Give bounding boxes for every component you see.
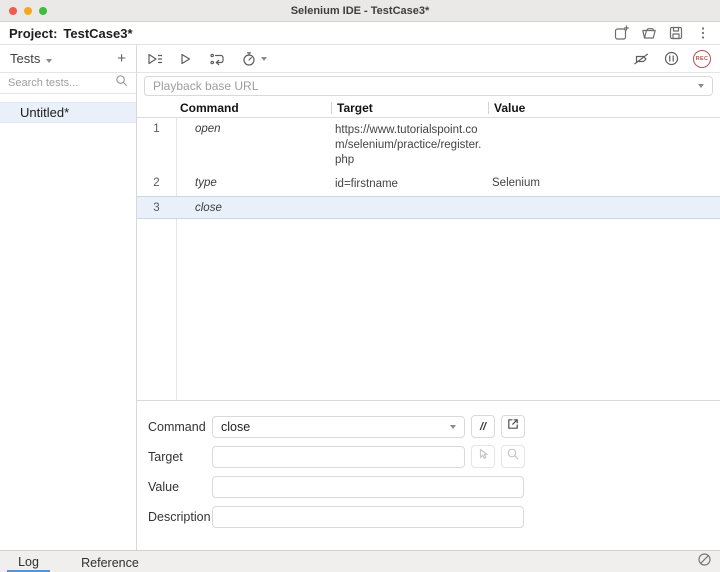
- command-field-label: Command: [148, 420, 212, 434]
- search-tests-input[interactable]: [8, 77, 115, 89]
- cursor-pointer-icon: [476, 447, 490, 466]
- test-speed-control[interactable]: [241, 51, 267, 67]
- traffic-lights: [9, 7, 47, 15]
- tab-reference[interactable]: Reference: [70, 551, 150, 572]
- value-input[interactable]: [212, 476, 524, 498]
- cell-command: open: [176, 118, 331, 172]
- pause-on-exceptions-icon[interactable]: [663, 50, 680, 67]
- row-number: 3: [137, 197, 176, 218]
- cell-value: [488, 197, 720, 218]
- chevron-down-icon: [450, 425, 456, 429]
- chevron-down-icon: [698, 84, 704, 88]
- no-entry-icon: [697, 552, 712, 572]
- step-over-icon[interactable]: [209, 51, 226, 67]
- open-project-folder-icon[interactable]: [641, 25, 657, 41]
- cell-target: https://www.tutorialspoint.com/selenium/…: [331, 118, 488, 172]
- column-header-value[interactable]: Value: [489, 101, 720, 115]
- new-project-icon[interactable]: [614, 25, 630, 41]
- run-all-tests-icon[interactable]: [146, 51, 163, 67]
- project-bar: Project: TestCase3*: [0, 22, 720, 45]
- column-header-command[interactable]: Command: [176, 101, 331, 115]
- run-current-test-icon[interactable]: [178, 51, 194, 67]
- command-select[interactable]: close: [212, 416, 465, 438]
- disable-breakpoints-icon[interactable]: [633, 51, 650, 67]
- row-number: 1: [137, 118, 176, 172]
- command-select-value: close: [221, 420, 250, 434]
- log-reference-bar: Log Reference: [0, 550, 720, 572]
- tests-sidebar: Tests + Untitled*: [0, 45, 137, 550]
- tests-dropdown[interactable]: Tests: [10, 51, 40, 66]
- select-target-button[interactable]: [471, 445, 495, 468]
- more-menu-icon[interactable]: [695, 25, 711, 41]
- cell-target: [331, 197, 488, 218]
- zoom-window-button[interactable]: [39, 7, 47, 15]
- cell-command: close: [176, 197, 331, 218]
- commands-table-body: 1 open https://www.tutorialspoint.com/se…: [137, 118, 720, 401]
- stopwatch-icon: [241, 51, 257, 67]
- commands-table-header: Command Target Value: [137, 99, 720, 118]
- column-header-target[interactable]: Target: [332, 101, 488, 115]
- value-field-label: Value: [148, 480, 212, 494]
- search-icon: [115, 74, 128, 92]
- description-input[interactable]: [212, 506, 524, 528]
- record-button[interactable]: REC: [693, 50, 711, 68]
- cell-value: [488, 118, 720, 172]
- clear-log-button[interactable]: [697, 551, 712, 572]
- window-titlebar: Selenium IDE - TestCase3*: [0, 0, 720, 22]
- test-list-item-untitled[interactable]: Untitled*: [0, 102, 136, 123]
- row-number: 2: [137, 172, 176, 196]
- playback-base-url-placeholder: Playback base URL: [153, 79, 258, 93]
- target-field-label: Target: [148, 450, 212, 464]
- project-label: Project:: [9, 26, 57, 41]
- close-window-button[interactable]: [9, 7, 17, 15]
- chevron-down-icon[interactable]: [46, 50, 52, 68]
- toggle-comment-button[interactable]: //: [471, 415, 495, 438]
- find-target-button[interactable]: [501, 445, 525, 468]
- open-in-new-window-button[interactable]: [501, 415, 525, 438]
- search-icon: [506, 447, 520, 466]
- external-link-icon: [506, 417, 520, 436]
- chevron-down-icon: [261, 57, 267, 61]
- table-row[interactable]: 2 type id=firstname Selenium: [137, 172, 720, 196]
- project-name: TestCase3*: [63, 26, 132, 41]
- minimize-window-button[interactable]: [24, 7, 32, 15]
- description-field-label: Description: [148, 510, 212, 524]
- cell-command: type: [176, 172, 331, 196]
- save-project-icon[interactable]: [668, 25, 684, 41]
- playback-base-url-select[interactable]: Playback base URL: [144, 76, 713, 96]
- add-test-button[interactable]: +: [117, 51, 126, 66]
- command-edit-form: Command close // Target: [137, 401, 720, 550]
- cell-value: Selenium: [488, 172, 720, 196]
- table-row-selected[interactable]: 3 close: [137, 196, 720, 219]
- playback-toolbar: REC: [137, 45, 720, 73]
- window-title: Selenium IDE - TestCase3*: [291, 5, 430, 17]
- table-row[interactable]: 1 open https://www.tutorialspoint.com/se…: [137, 118, 720, 172]
- tab-log[interactable]: Log: [7, 551, 50, 572]
- cell-target: id=firstname: [331, 172, 488, 196]
- target-input[interactable]: [212, 446, 465, 468]
